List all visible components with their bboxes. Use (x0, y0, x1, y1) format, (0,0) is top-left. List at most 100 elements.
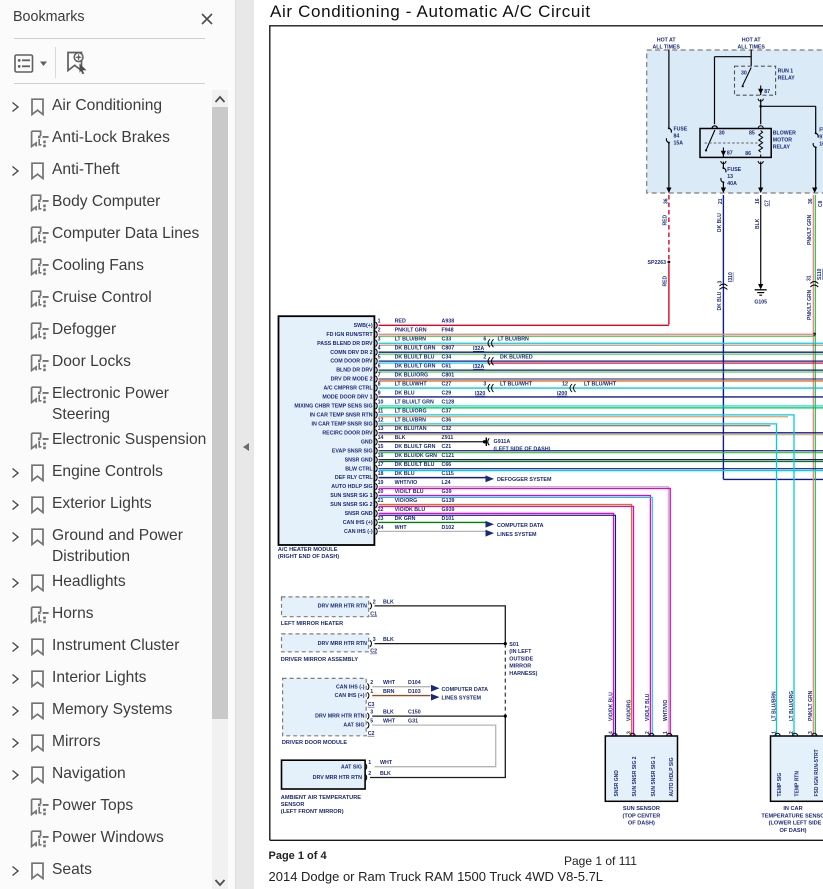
svg-text:1: 1 (771, 731, 777, 734)
svg-text:TEMPERATURE SENSOR: TEMPERATURE SENSOR (761, 813, 823, 819)
svg-text:HOT AT: HOT AT (657, 38, 677, 44)
svg-text:DK BLU/LT GRN: DK BLU/LT GRN (395, 346, 436, 352)
svg-text:AAT SIG: AAT SIG (341, 764, 362, 770)
svg-text:BLK: BLK (383, 710, 394, 716)
svg-text:DEF RLY CTRL: DEF RLY CTRL (335, 475, 373, 481)
svg-text:SP2263: SP2263 (648, 260, 667, 266)
svg-text:RUN 1: RUN 1 (778, 69, 794, 75)
svg-text:C37: C37 (442, 408, 452, 414)
svg-text:40A: 40A (727, 181, 737, 187)
svg-text:5: 5 (378, 355, 381, 361)
svg-text:23: 23 (378, 516, 384, 522)
svg-text:2: 2 (370, 680, 373, 686)
svg-text:BLK: BLK (383, 599, 394, 605)
svg-text:DK BLU: DK BLU (395, 390, 415, 396)
svg-text:VIO/ORG: VIO/ORG (626, 699, 632, 721)
svg-text:16: 16 (378, 453, 384, 459)
svg-text:15A: 15A (674, 140, 684, 146)
svg-text:DRV MRR HTR RTN: DRV MRR HTR RTN (318, 641, 368, 647)
svg-text:2: 2 (483, 355, 486, 361)
svg-text:D103: D103 (408, 689, 421, 695)
svg-text:C61: C61 (442, 364, 452, 370)
svg-text:SUN SENSOR: SUN SENSOR (623, 806, 660, 812)
svg-text:DRV MRR HTR RTN: DRV MRR HTR RTN (315, 714, 365, 720)
svg-text:2: 2 (368, 771, 371, 777)
svg-text:SUN SNSR SIG 2: SUN SNSR SIG 2 (632, 756, 638, 796)
svg-text:30: 30 (719, 131, 725, 137)
svg-text:C801: C801 (442, 372, 455, 378)
svg-text:PNK/LT GRN: PNK/LT GRN (808, 690, 814, 721)
svg-text:6: 6 (483, 337, 486, 343)
svg-text:PNK/LT GRN: PNK/LT GRN (807, 289, 813, 320)
svg-text:C33: C33 (442, 337, 452, 343)
svg-text:AAT SIG: AAT SIG (343, 723, 364, 729)
svg-text:(LOWER LEFT SIDE: (LOWER LEFT SIDE (769, 821, 822, 827)
svg-text:4: 4 (608, 731, 614, 734)
svg-text:3: 3 (808, 731, 814, 734)
svg-text:LINES SYSTEM: LINES SYSTEM (442, 696, 482, 702)
svg-text:DRV DR MODE 2: DRV DR MODE 2 (331, 377, 373, 383)
svg-text:RELAY: RELAY (778, 76, 796, 82)
svg-text:97: 97 (819, 134, 823, 140)
svg-text:(TOP CENTER: (TOP CENTER (623, 813, 661, 819)
svg-text:VIO/LT BLU: VIO/LT BLU (395, 489, 424, 495)
svg-text:I310: I310 (728, 272, 734, 282)
svg-text:PNK/LT GRN: PNK/LT GRN (807, 214, 813, 245)
svg-text:DK BLU/RED: DK BLU/RED (500, 355, 533, 361)
svg-text:SUN SNSR SIG 1: SUN SNSR SIG 1 (330, 493, 372, 499)
svg-text:13: 13 (378, 426, 384, 432)
svg-text:F948: F948 (442, 328, 454, 334)
svg-text:A938: A938 (442, 319, 455, 325)
svg-text:2: 2 (378, 328, 381, 334)
svg-text:3: 3 (370, 710, 373, 716)
svg-text:OUTSIDE: OUTSIDE (509, 656, 533, 662)
svg-text:DEFOGGER SYSTEM: DEFOGGER SYSTEM (497, 477, 552, 483)
svg-text:C34: C34 (442, 355, 452, 361)
svg-text:LINES SYSTEM: LINES SYSTEM (497, 532, 537, 538)
svg-text:D101: D101 (442, 516, 455, 522)
svg-text:3: 3 (626, 731, 632, 734)
svg-text:DRV MRR HTR RTN: DRV MRR HTR RTN (313, 775, 363, 781)
svg-text:5: 5 (370, 719, 373, 725)
svg-text:CAN IHS (+): CAN IHS (+) (343, 520, 373, 526)
svg-text:C121: C121 (442, 453, 455, 459)
svg-text:4: 4 (378, 346, 381, 352)
svg-text:DK GRN: DK GRN (395, 516, 416, 522)
svg-text:BLOWER: BLOWER (773, 130, 796, 136)
svg-text:FD IGN RUN/STRT: FD IGN RUN/STRT (326, 332, 373, 338)
svg-text:C807: C807 (442, 346, 455, 352)
svg-text:86: 86 (745, 151, 751, 157)
svg-text:TEMP RTN: TEMP RTN (795, 771, 801, 797)
svg-text:WHT/VIO: WHT/VIO (395, 480, 418, 486)
svg-text:A/C HEATER MODULE: A/C HEATER MODULE (278, 547, 338, 553)
svg-text:LT BLU/ORG: LT BLU/ORG (789, 691, 795, 721)
svg-text:FUSE: FUSE (727, 167, 741, 173)
svg-text:AUTO HDLP SIG: AUTO HDLP SIG (331, 484, 372, 490)
svg-text:SWB(+): SWB(+) (354, 323, 373, 329)
svg-text:3: 3 (483, 381, 486, 387)
svg-text:C29: C29 (442, 390, 452, 396)
svg-text:Z911: Z911 (442, 435, 454, 441)
svg-text:FUSE: FUSE (819, 127, 823, 133)
svg-text:C32: C32 (442, 426, 452, 432)
svg-text:SUN SNSR SIG 2: SUN SNSR SIG 2 (330, 502, 372, 508)
svg-text:I320: I320 (475, 391, 485, 397)
svg-text:DK BLU/LT GRN: DK BLU/LT GRN (395, 364, 436, 370)
svg-text:22: 22 (378, 507, 384, 513)
svg-text:C27: C27 (442, 381, 452, 387)
svg-text:1: 1 (370, 689, 373, 695)
svg-text:DK BLU/TAN: DK BLU/TAN (395, 426, 427, 432)
svg-text:CAN IHS (-): CAN IHS (-) (344, 529, 373, 535)
svg-text:VIO/DK BLU: VIO/DK BLU (395, 507, 426, 513)
svg-text:C150: C150 (408, 710, 421, 716)
svg-text:SNSR GND: SNSR GND (345, 511, 373, 517)
svg-text:HOT AT: HOT AT (742, 38, 762, 44)
svg-text:30: 30 (741, 71, 747, 77)
svg-text:RECIRC DOOR DRV: RECIRC DOOR DRV (322, 430, 373, 436)
svg-text:S110: S110 (817, 268, 823, 280)
svg-text:I32A: I32A (473, 346, 484, 352)
svg-text:COMPUTER DATA: COMPUTER DATA (497, 523, 544, 529)
svg-text:G139: G139 (442, 498, 455, 504)
svg-text:MODE DOOR DRV 1: MODE DOOR DRV 1 (322, 395, 372, 401)
svg-text:I32A: I32A (473, 364, 484, 370)
